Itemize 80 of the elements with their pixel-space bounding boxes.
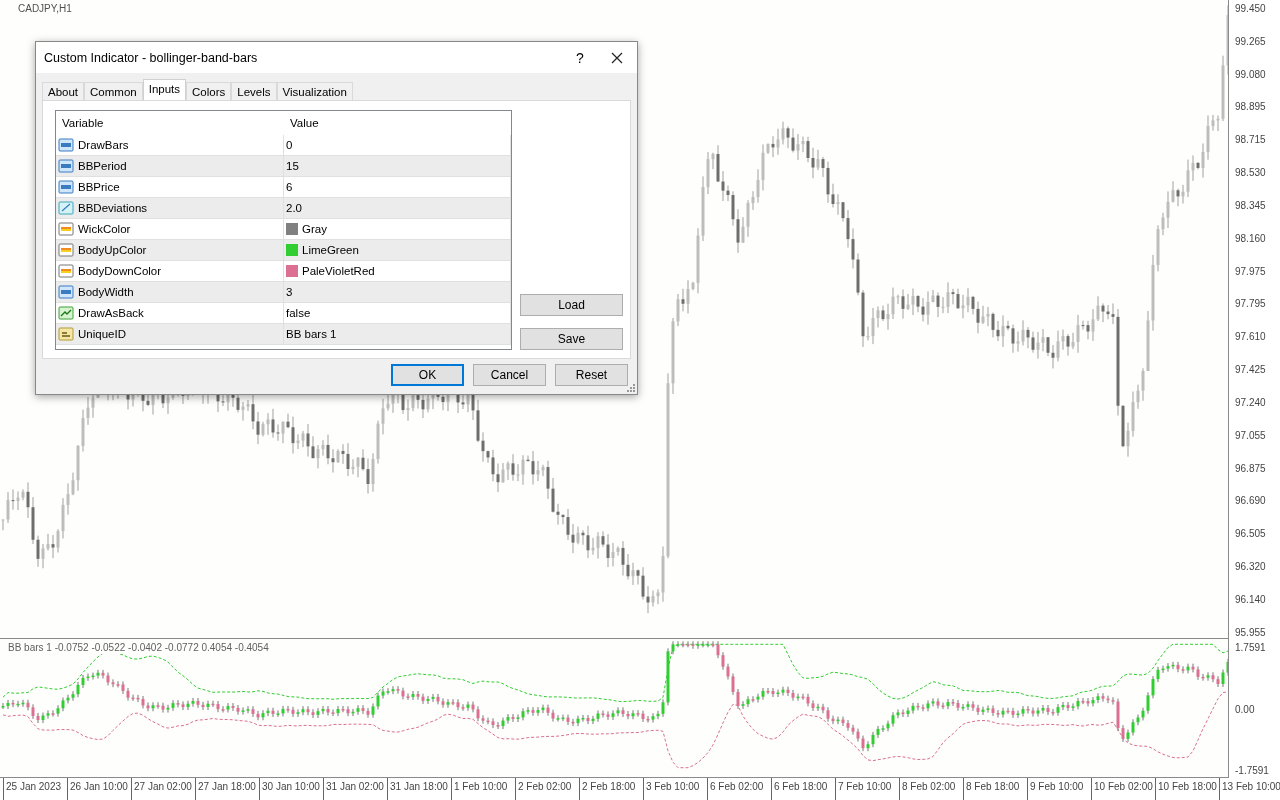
variable-value[interactable]: PaleVioletRed [302, 265, 375, 277]
price-label: 97.975 [1235, 264, 1267, 279]
variable-value[interactable]: 6 [286, 181, 293, 193]
tab[interactable]: About [42, 82, 85, 100]
price-label: 96.320 [1235, 560, 1267, 575]
price-label: 99.265 [1235, 34, 1267, 49]
variable-name: DrawBars [78, 139, 129, 151]
price-label: 99.450 [1235, 2, 1267, 16]
indicator-label: BB bars 1 -0.0752 -0.0522 -0.0402 -0.0772 0.4054 -0.4054 [6, 641, 271, 654]
price-label: 98.160 [1235, 231, 1267, 246]
tab[interactable]: Common [84, 82, 143, 100]
variable-value[interactable]: 15 [286, 160, 299, 172]
price-label: 97.240 [1235, 395, 1267, 410]
variable-name: UniqueID [78, 328, 126, 340]
dialog-title: Custom Indicator - bollinger-band-bars [44, 50, 259, 65]
indicator-axis-label: 1.7591 [1235, 641, 1267, 655]
price-label: 98.530 [1235, 166, 1267, 181]
time-label: 27 Jan 02:00 [131, 778, 195, 800]
time-label: 10 Feb 02:00 [1091, 778, 1155, 800]
time-label: 8 Feb 02:00 [899, 778, 963, 800]
indicator-axis-label: 0.00 [1235, 702, 1256, 717]
time-label: 31 Jan 18:00 [387, 778, 451, 800]
column-header[interactable]: Variable [56, 111, 284, 135]
price-label: 96.140 [1235, 592, 1267, 607]
variable-name: BodyUpColor [78, 244, 147, 256]
indicator-axis-label: -1.7591 [1235, 764, 1270, 778]
time-label: 6 Feb 02:00 [707, 778, 771, 800]
price-label: 97.425 [1235, 363, 1267, 378]
time-label: 30 Jan 10:00 [259, 778, 323, 800]
variable-value[interactable]: LimeGreen [302, 244, 359, 256]
time-label: 10 Feb 18:00 [1155, 778, 1219, 800]
variable-name: BBPrice [78, 181, 120, 193]
dialog-button[interactable]: Cancel [473, 364, 546, 386]
price-label: 97.055 [1235, 428, 1267, 443]
price-label: 96.505 [1235, 527, 1267, 542]
variable-name: DrawAsBack [78, 307, 144, 319]
variable-value[interactable]: BB bars 1 [286, 328, 337, 340]
tab[interactable]: Inputs [142, 79, 187, 100]
time-label: 13 Feb 10:00 [1219, 778, 1280, 800]
time-label: 3 Feb 10:00 [643, 778, 707, 800]
time-label: 2 Feb 18:00 [579, 778, 643, 800]
variable-value[interactable]: 0 [286, 139, 293, 151]
tab[interactable]: Levels [231, 82, 277, 100]
help-button[interactable]: ? [557, 49, 603, 66]
dialog-button[interactable]: OK [391, 364, 464, 386]
price-label: 96.690 [1235, 494, 1267, 509]
variable-value[interactable]: false [286, 307, 311, 319]
price-label: 98.715 [1235, 133, 1267, 148]
tab[interactable]: Colors [186, 82, 232, 100]
tab[interactable]: Visualization [276, 82, 353, 100]
price-label: 96.875 [1235, 461, 1267, 476]
column-header[interactable]: Value [284, 111, 511, 135]
side-button[interactable]: Load [520, 294, 623, 316]
price-label: 97.795 [1235, 297, 1267, 312]
time-label: 27 Jan 18:00 [195, 778, 259, 800]
dialog-button[interactable]: Reset [555, 364, 628, 386]
price-label: 98.895 [1235, 100, 1267, 115]
price-label: 95.955 [1235, 625, 1267, 640]
variable-name: BBDeviations [78, 202, 148, 214]
time-label: 2 Feb 02:00 [515, 778, 579, 800]
symbol-label: CADJPY,H1 [18, 3, 72, 14]
time-label: 8 Feb 18:00 [963, 778, 1027, 800]
time-label: 25 Jan 2023 [3, 778, 67, 800]
side-button[interactable]: Save [520, 328, 623, 350]
variable-name: WickColor [78, 223, 131, 235]
price-label: 99.080 [1235, 67, 1267, 82]
variable-name: BodyWidth [78, 286, 134, 298]
time-label: 9 Feb 10:00 [1027, 778, 1091, 800]
variable-value[interactable]: Gray [302, 223, 327, 235]
time-label: 6 Feb 18:00 [771, 778, 835, 800]
variable-name: BBPeriod [78, 160, 127, 172]
variable-value[interactable]: 2.0 [286, 202, 302, 214]
price-label: 98.345 [1235, 198, 1267, 213]
time-label: 1 Feb 10:00 [451, 778, 515, 800]
price-label: 97.610 [1235, 330, 1267, 345]
time-label: 31 Jan 02:00 [323, 778, 387, 800]
time-label: 26 Jan 10:00 [67, 778, 131, 800]
time-label: 7 Feb 10:00 [835, 778, 899, 800]
variable-name: BodyDownColor [78, 265, 162, 277]
variable-value[interactable]: 3 [286, 286, 293, 298]
